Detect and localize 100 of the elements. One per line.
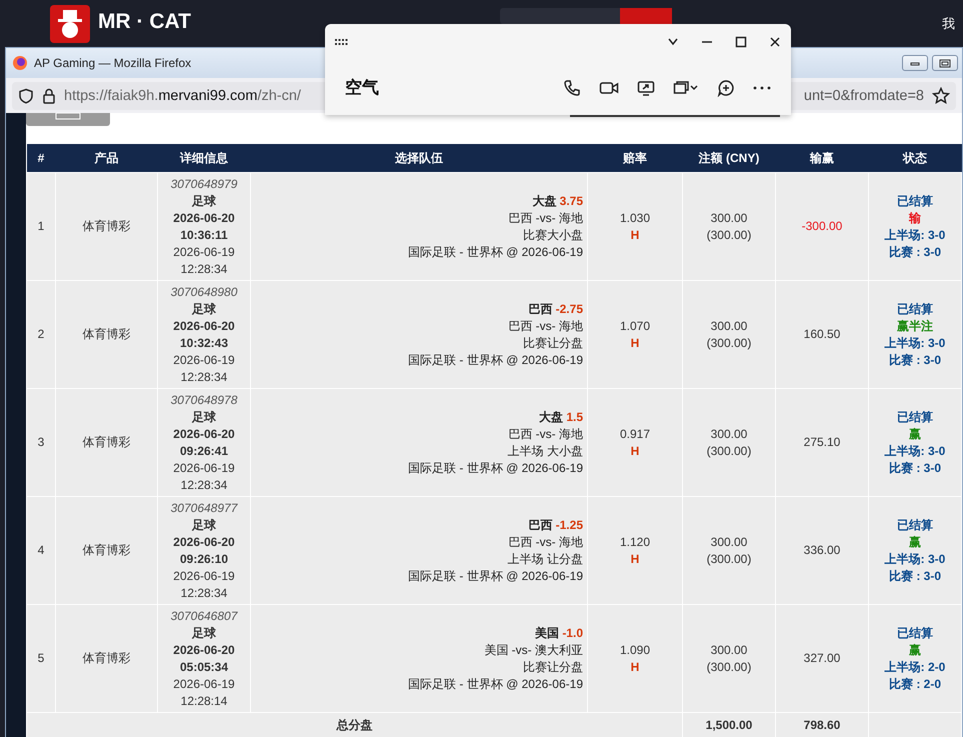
product-text: 体育博彩 (82, 219, 130, 233)
league-text: 国际足联 - 世界杯 @ 2026-06-19 (407, 460, 583, 476)
column-header: 产品 (56, 144, 158, 172)
add-chat-icon[interactable] (717, 78, 735, 96)
stake-value: 300.00 (710, 318, 748, 334)
match-text: 巴西 -vs- 海地 (507, 318, 583, 334)
pick-text: 美国 (534, 626, 559, 640)
stake-value: 300.00 (710, 426, 748, 442)
column-header: 赔率 (588, 144, 682, 172)
chevron-icon (667, 36, 679, 48)
match-date: 2026-06-19 (172, 460, 236, 476)
match-time: 12:28:34 (180, 584, 228, 602)
maximize-icon (735, 36, 747, 48)
half-time-score: 上半场: 3-0 (884, 334, 946, 352)
more-icon[interactable] (753, 86, 771, 90)
odds-type: H (630, 658, 640, 676)
odds-value: 1.070 (618, 318, 652, 334)
sport-text: 足球 (190, 408, 217, 426)
odds-type: H (630, 442, 640, 460)
full-time-score: 比赛 : 3-0 (888, 568, 942, 584)
stake-value: 300.00 (710, 210, 748, 226)
actual-stake-value: (300.00) (706, 226, 752, 244)
full-time-score: 比赛 : 3-0 (888, 460, 942, 476)
bet-time: 09:26:10 (178, 550, 230, 568)
market-text: 比赛大小盘 (522, 226, 583, 244)
match-time: 12:28:14 (180, 692, 228, 710)
drag-handle-icon[interactable] (335, 39, 349, 45)
league-text: 国际足联 - 世界杯 @ 2026-06-19 (407, 676, 583, 692)
match-text: 巴西 -vs- 海地 (507, 210, 583, 226)
row-number: 2 (38, 327, 44, 341)
column-header: 输赢 (776, 144, 868, 172)
full-time-score: 比赛 : 3-0 (888, 244, 942, 260)
market-text: 上半场 大小盘 (506, 442, 583, 460)
ticket-id: 3070648978 (170, 392, 238, 408)
result-text: 赢 (908, 534, 922, 550)
full-time-score: 比赛 : 2-0 (888, 676, 942, 692)
line-value: 3.75 (560, 194, 583, 208)
column-header: # (26, 144, 56, 172)
bet-date: 2026-06-20 (172, 642, 236, 658)
odds-value: 1.090 (618, 642, 652, 658)
actual-stake-value: (300.00) (706, 550, 752, 568)
product-text: 体育博彩 (82, 435, 130, 449)
match-date: 2026-06-19 (172, 244, 236, 260)
result-text: 赢 (908, 426, 922, 442)
url-text[interactable]: https://faiak9h.mervani99.com/zh-cn/ (64, 88, 301, 104)
window-icon (55, 113, 81, 121)
pick-text: 大盘 (538, 410, 563, 424)
bet-time: 09:26:41 (178, 442, 230, 460)
market-text: 上半场 让分盘 (506, 550, 583, 568)
bet-time: 10:32:43 (178, 334, 230, 352)
status-text: 已结算 (896, 624, 934, 642)
screen-share-icon[interactable] (637, 80, 655, 96)
product-text: 体育博彩 (82, 327, 130, 341)
bet-date: 2026-06-20 (172, 318, 236, 334)
status-text: 已结算 (896, 408, 934, 426)
user-menu[interactable]: 我 (942, 15, 955, 33)
match-date: 2026-06-19 (172, 568, 236, 584)
match-date: 2026-06-19 (172, 676, 236, 692)
win-loss-value: -300.00 (802, 219, 842, 233)
screen-options-icon[interactable] (673, 80, 699, 96)
match-text: 巴西 -vs- 海地 (507, 426, 583, 442)
product-text: 体育博彩 (82, 543, 130, 557)
row-number: 5 (38, 651, 44, 665)
logo-icon (50, 5, 90, 43)
bookmark-star-icon[interactable] (932, 86, 950, 104)
collapse-button[interactable] (667, 36, 679, 48)
shield-icon[interactable] (18, 88, 34, 104)
actual-stake-value: (300.00) (706, 334, 752, 352)
pick-text: 巴西 (528, 518, 552, 532)
ticket-id: 3070648979 (170, 176, 238, 192)
win-loss-value: 336.00 (804, 543, 840, 557)
video-camera-icon[interactable] (599, 80, 619, 96)
odds-value: 0.917 (618, 426, 652, 442)
win-loss-value: 327.00 (804, 651, 840, 665)
half-time-score: 上半场: 3-0 (884, 226, 946, 244)
minimize-button[interactable] (902, 55, 928, 71)
phone-icon[interactable] (563, 78, 581, 96)
window-title: AP Gaming — Mozilla Firefox (34, 56, 192, 70)
league-text: 国际足联 - 世界杯 @ 2026-06-19 (407, 568, 583, 584)
maximize-button[interactable] (735, 36, 747, 48)
close-button[interactable] (769, 36, 781, 48)
status-text: 已结算 (896, 192, 934, 210)
sport-text: 足球 (190, 192, 217, 210)
match-text: 巴西 -vs- 海地 (507, 534, 583, 550)
pick-text: 大盘 (532, 194, 556, 208)
row-number: 4 (38, 543, 44, 557)
match-text: 美国 -vs- 澳大利亚 (483, 642, 583, 658)
toolbar-button[interactable] (26, 113, 110, 126)
contact-name: 空气 (345, 77, 379, 99)
sport-text: 足球 (190, 516, 217, 534)
restore-button[interactable] (932, 55, 958, 71)
match-time: 12:28:34 (180, 260, 228, 278)
row-number: 1 (38, 219, 44, 233)
league-text: 国际足联 - 世界杯 @ 2026-06-19 (407, 352, 583, 368)
url-text[interactable]: unt=0&fromdate=8 (804, 88, 924, 104)
total-stake: 1,500.00 (706, 718, 752, 732)
win-loss-value: 160.50 (804, 327, 840, 341)
column-header: 详细信息 (158, 144, 250, 172)
line-value: -1.25 (556, 518, 583, 532)
sport-text: 足球 (190, 300, 217, 318)
